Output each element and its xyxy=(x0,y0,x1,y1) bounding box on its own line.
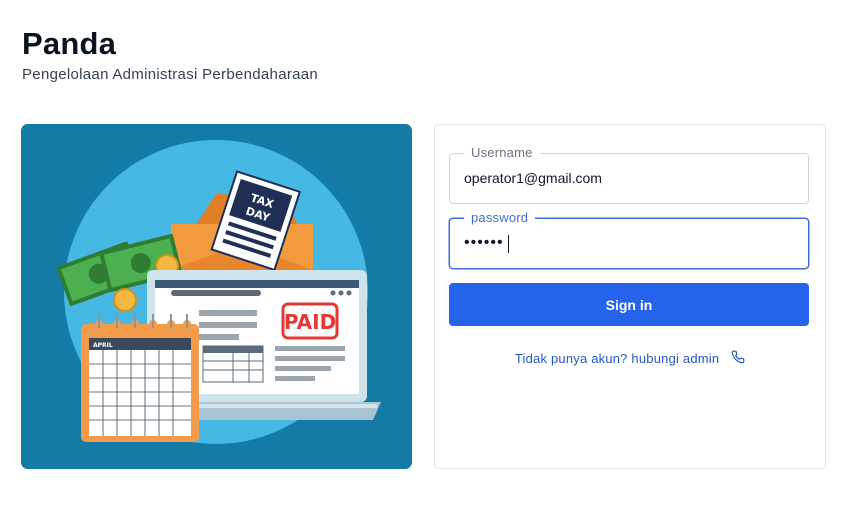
username-field[interactable]: Username xyxy=(449,145,809,204)
sign-in-button[interactable]: Sign in xyxy=(449,283,809,326)
password-field[interactable]: password xyxy=(449,210,809,269)
tax-illustration: TAX DAY PAID APRIL xyxy=(21,124,412,469)
app-subtitle: Pengelolaan Administrasi Perbendaharaan xyxy=(22,66,319,83)
text-caret xyxy=(508,235,509,253)
username-label: Username xyxy=(464,145,540,160)
calendar-month: APRIL xyxy=(93,342,113,349)
paid-stamp-text: PAID xyxy=(284,310,336,334)
app-title: Panda xyxy=(22,26,117,61)
paid-stamp: PAID xyxy=(281,302,339,340)
login-card: Username password Sign in Tidak punya ak… xyxy=(434,124,826,469)
page-header: Panda Pengelolaan Administrasi Perbendah… xyxy=(22,26,318,83)
contact-admin-text[interactable]: Tidak punya akun? hubungi admin xyxy=(515,351,719,366)
password-input[interactable] xyxy=(464,231,784,255)
phone-icon[interactable] xyxy=(731,350,745,367)
password-label: password xyxy=(464,210,536,225)
contact-admin-link[interactable]: Tidak punya akun? hubungi admin xyxy=(435,350,825,367)
username-input[interactable] xyxy=(464,166,784,190)
tax-illustration-graphic: TAX DAY PAID APRIL xyxy=(21,124,412,469)
calendar-icon: APRIL xyxy=(81,314,199,442)
